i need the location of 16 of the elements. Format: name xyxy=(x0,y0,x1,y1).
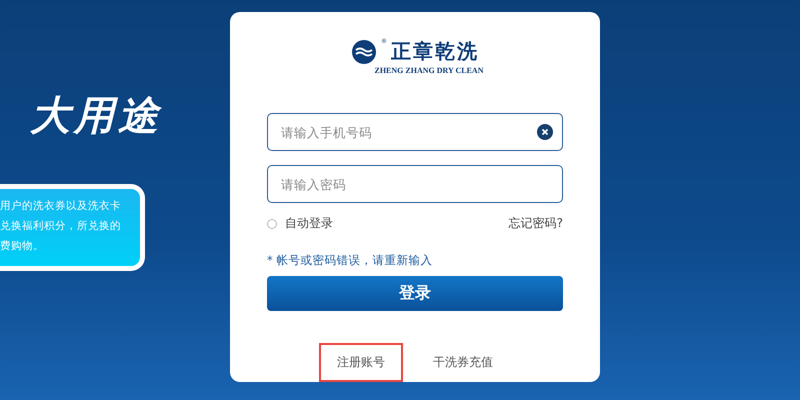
logo-icon xyxy=(351,38,377,64)
phone-field[interactable]: 请输入手机号码 xyxy=(267,113,563,151)
auto-login-radio[interactable]: 自动登录 xyxy=(267,215,333,232)
forgot-password-link[interactable]: 忘记密码? xyxy=(508,215,563,232)
footer-link[interactable]: 注册账号 xyxy=(319,343,403,382)
clear-icon[interactable] xyxy=(537,124,553,140)
password-field[interactable]: 请输入密码 xyxy=(267,165,563,203)
brand-name: 正章乾洗 xyxy=(391,38,479,65)
promo-text: 用户的洗衣券以及洗衣卡 xyxy=(0,199,122,214)
promo-text: 兑换福利积分，所兑换的 xyxy=(0,219,122,234)
promo-text: 费购物。 xyxy=(0,239,45,254)
footer-link[interactable]: 干洗券充值 xyxy=(415,343,511,382)
login-button[interactable]: 登录 xyxy=(267,276,563,311)
brand-subtitle: ZHENG ZHANG DRY CLEAN xyxy=(374,66,484,75)
promo-heading: 大用途 xyxy=(30,92,163,140)
error-message: * 帐号或密码错误，请重新输入 xyxy=(267,253,434,268)
